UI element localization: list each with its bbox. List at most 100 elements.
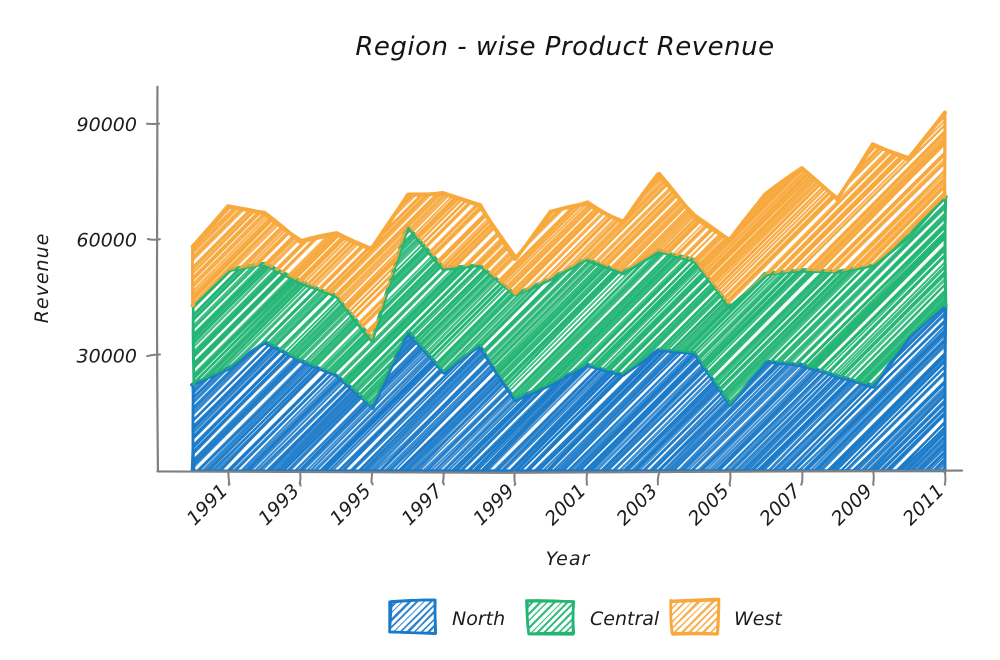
hatch-stroke	[0, 286, 153, 492]
hatch-stroke	[193, 112, 195, 340]
hatch-stroke	[960, 178, 1000, 492]
hatch-stroke	[985, 94, 1000, 490]
hatch-stroke	[973, 286, 1000, 492]
hatch-stroke	[943, 112, 945, 340]
hatch-stroke	[0, 285, 188, 490]
hatch-stroke	[0, 92, 181, 493]
hatch-stroke	[975, 92, 1000, 491]
hatch-stroke	[0, 287, 165, 492]
hatch-stroke	[0, 285, 175, 492]
hatch-stroke	[193, 197, 212, 408]
hatch-stroke	[0, 177, 170, 493]
hatch-stroke	[970, 286, 1000, 490]
hatch-stroke	[957, 92, 1000, 492]
x-tick-label: 2007	[756, 480, 806, 530]
hatch-stroke	[942, 305, 945, 471]
hatch-stroke	[193, 305, 197, 471]
hatch-stroke	[193, 305, 281, 471]
hatch-stroke	[946, 286, 1000, 492]
hatch-stroke	[959, 283, 1000, 492]
hatch-stroke	[949, 177, 1000, 490]
x-tick-label: 1995	[326, 480, 376, 530]
hatch-stroke	[963, 94, 1000, 492]
y-axis-title: Revenue	[31, 233, 53, 324]
hatch-stroke	[0, 92, 173, 493]
hatch-stroke	[193, 197, 221, 408]
hatch-stroke	[193, 197, 226, 408]
x-tick-mark	[585, 471, 589, 486]
hatch-stroke	[0, 93, 161, 492]
hatch-stroke	[960, 93, 1000, 490]
hatch-stroke	[948, 94, 1000, 493]
hatch-stroke	[965, 284, 1000, 492]
hatch-stroke	[965, 176, 1000, 490]
hatch-stroke	[193, 305, 195, 471]
hatch-stroke	[941, 112, 945, 340]
x-tick-label: 2003	[612, 480, 662, 530]
x-tick-mark	[370, 470, 374, 486]
x-tick-label: 2009	[827, 480, 877, 530]
x-tick-label: 2005	[684, 480, 734, 530]
x-tick-label: 2001	[541, 480, 591, 530]
x-tick-mark	[513, 470, 517, 487]
legend: North Central West	[351, 597, 783, 636]
region-wise-product-revenue-chart: 30000 60000 90000 1991 1993 1995 1997 1999 2001 2…	[0, 0, 1000, 660]
hatch-stroke	[193, 305, 199, 471]
hatch-stroke	[0, 178, 169, 491]
hatch-stroke	[968, 287, 1000, 491]
hatch-stroke	[0, 177, 175, 491]
hatch-stroke	[938, 112, 945, 340]
chart-title: Region - wise Product Revenue	[355, 32, 774, 62]
hatch-stroke	[0, 93, 183, 490]
legend-item-label: North	[452, 608, 505, 630]
hatch-stroke	[0, 176, 182, 492]
hatch-stroke	[0, 94, 166, 490]
hatch-stroke	[967, 178, 1000, 491]
hatch-stroke	[0, 178, 153, 491]
hatch-stroke	[976, 176, 1000, 491]
legend-item-central[interactable]: Central	[489, 599, 660, 636]
hatch-stroke	[977, 287, 1000, 490]
hatch-stroke	[0, 177, 160, 489]
hatch-stroke	[955, 286, 1000, 493]
hatch-stroke	[952, 92, 1000, 491]
x-tick-mark	[298, 471, 302, 487]
hatch-stroke	[0, 177, 165, 491]
hatch-stroke	[950, 285, 1000, 489]
hatch-stroke	[0, 287, 158, 490]
x-tick-mark	[872, 470, 875, 486]
x-tick-label: 2011	[899, 480, 949, 530]
hatch-stroke	[0, 287, 172, 491]
hatch-stroke	[0, 94, 154, 489]
x-tick-label: 1991	[183, 480, 233, 530]
hatch-stroke	[0, 178, 178, 492]
hatch-stroke	[0, 286, 177, 490]
x-tick-mark	[943, 471, 947, 486]
hatch-stroke	[906, 197, 945, 408]
y-tick-label: 90000	[77, 114, 137, 136]
y-tick-mark	[146, 237, 161, 241]
chart-page: 30000 60000 90000 1991 1993 1995 1997 1999 2001 2…	[0, 0, 1000, 660]
hatch-stroke	[193, 197, 217, 408]
plot-area	[0, 91, 1000, 493]
hatch-stroke	[193, 197, 194, 408]
hatch-stroke	[980, 177, 1000, 493]
hatch-stroke	[0, 91, 171, 493]
hatch-stroke	[0, 91, 158, 492]
hatch-stroke	[983, 177, 1000, 492]
legend-item-label: Central	[590, 608, 660, 630]
series-edge-right	[943, 111, 947, 198]
hatch-stroke	[969, 92, 1000, 490]
x-tick-label: 1993	[254, 480, 304, 530]
legend-item-north[interactable]: North	[351, 598, 505, 636]
hatch-stroke	[955, 92, 1000, 490]
x-tick-mark	[656, 471, 661, 486]
hatch-stroke	[0, 178, 162, 493]
hatch-stroke	[939, 305, 945, 471]
hatch-stroke	[0, 92, 155, 490]
hatch-stroke	[0, 94, 176, 490]
hatch-stroke	[959, 178, 1000, 492]
hatch-stroke	[193, 197, 204, 408]
legend-item-label: West	[734, 608, 783, 630]
x-tick-mark	[728, 471, 732, 487]
